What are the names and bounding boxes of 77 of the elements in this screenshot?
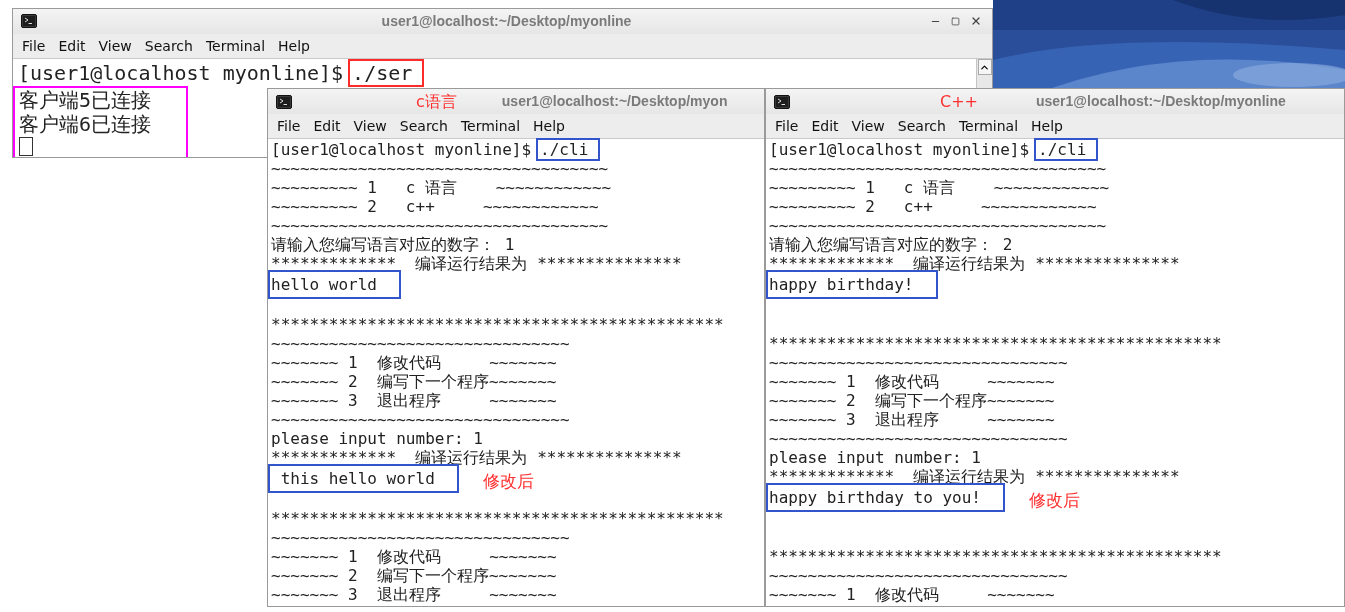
- terminal-line: ***********************************************: [769, 334, 1222, 353]
- highlighted-output: happy birthday to you!: [766, 483, 1005, 512]
- maximize-icon[interactable]: [951, 16, 960, 26]
- terminal-line: ~~~~~~~~~~~~~~~~~~~~~~~~~~~~~~~: [769, 566, 1068, 585]
- terminal-line: 客户端5已连接: [19, 88, 152, 112]
- close-icon[interactable]: [970, 15, 982, 27]
- menu-item[interactable]: Terminal: [205, 35, 266, 57]
- terminal-line: ~~~~~~~~~~~~~~~~~~~~~~~~~~~~~~~~~~~: [769, 216, 1107, 235]
- window-title: user1@localhost:~/Desktop/myon: [501, 92, 728, 111]
- shell-prompt: [user1@localhost myonline]$: [18, 61, 344, 85]
- terminal-line: ~~~~~~~~~~~~~~~~~~~~~~~~~~~~~~~~~~~: [769, 159, 1107, 178]
- terminal-line: ~~~~~~~~~ 1 c 语言 ~~~~~~~~~~~~: [769, 178, 1110, 197]
- terminal-line: 客户端6已连接: [19, 112, 152, 136]
- terminal-line: ~~~~~~~ 2 编写下一个程序~~~~~~~: [271, 566, 557, 585]
- highlighted-output: happy birthday!: [766, 270, 938, 299]
- terminal-line: ~~~~~~~ 1 修改代码 ~~~~~~~: [769, 372, 1055, 391]
- menu-item[interactable]: Terminal: [460, 115, 521, 137]
- menu-item[interactable]: Help: [533, 115, 565, 137]
- menu-item[interactable]: View: [851, 115, 885, 137]
- highlighted-command: ./cli: [1034, 138, 1099, 161]
- menu-item[interactable]: View: [353, 115, 387, 137]
- window-title: user1@localhost:~/Desktop/myonline: [1036, 92, 1286, 111]
- terminal-icon: [774, 94, 790, 109]
- menu-item[interactable]: Search: [897, 115, 946, 137]
- terminal-line: ~~~~~~~ 1 修改代码 ~~~~~~~: [271, 353, 557, 372]
- menu-item[interactable]: Edit: [58, 35, 86, 57]
- menu-item[interactable]: File: [277, 115, 301, 137]
- highlighted-command: ./cli: [536, 138, 601, 161]
- menu-item[interactable]: Help: [1031, 115, 1063, 137]
- highlighted-output: this hello world: [268, 464, 459, 493]
- menu-item[interactable]: Edit: [313, 115, 341, 137]
- terminal-line: ~~~~~~~~~ 2 c++ ~~~~~~~~~~~~: [271, 197, 599, 216]
- terminal-line: ***********************************************: [769, 547, 1222, 566]
- terminal-line: ~~~~~~~ 3 退出程序 ~~~~~~~: [271, 585, 557, 604]
- terminal-line: ~~~~~~~~~~~~~~~~~~~~~~~~~~~~~~~: [271, 410, 570, 429]
- terminal-line: ***********************************************: [271, 315, 724, 334]
- terminal-icon: [21, 14, 37, 28]
- annotation-label: 修改后: [482, 472, 534, 491]
- highlighted-command: ./ser: [348, 59, 425, 87]
- terminal-line: ~~~~~~~~~~~~~~~~~~~~~~~~~~~~~~~~~~~: [271, 159, 609, 178]
- terminal-line: ~~~~~~~ 1 修改代码 ~~~~~~~: [769, 585, 1055, 604]
- terminal-line: ***********************************************: [271, 509, 724, 528]
- terminal-line: 请输入您编写语言对应的数字： 1: [271, 235, 515, 254]
- terminal-line: please input number: 1: [271, 429, 483, 448]
- terminal-line: ~~~~~~~ 3 退出程序 ~~~~~~~: [769, 410, 1055, 429]
- shell-prompt: [user1@localhost myonline]$: [769, 140, 1030, 159]
- annotation-label: 修改后: [1028, 491, 1080, 510]
- terminal-line: ************* 编译运行结果为 ***************: [769, 254, 1180, 273]
- terminal-line: ~~~~~~~~~ 1 c 语言 ~~~~~~~~~~~~: [271, 178, 612, 197]
- terminal-line: ~~~~~~~~~~~~~~~~~~~~~~~~~~~~~~~: [271, 334, 570, 353]
- shell-prompt: [user1@localhost myonline]$: [271, 140, 532, 159]
- terminal-line: 请输入您编写语言对应的数字： 2: [769, 235, 1013, 254]
- scrollbar[interactable]: [976, 59, 992, 89]
- annotation-label: C++: [940, 90, 978, 113]
- terminal-line: ~~~~~~~ 2 编写下一个程序~~~~~~~: [271, 372, 557, 391]
- menu-item[interactable]: Search: [144, 35, 193, 57]
- menu-item[interactable]: File: [22, 35, 46, 57]
- terminal-line: ~~~~~~~~~~~~~~~~~~~~~~~~~~~~~~~: [271, 528, 570, 547]
- terminal-line: ~~~~~~~ 3 退出程序 ~~~~~~~: [271, 391, 557, 410]
- menu-item[interactable]: Terminal: [958, 115, 1019, 137]
- terminal-icon: [276, 94, 292, 109]
- terminal-line: ~~~~~~~~~~~~~~~~~~~~~~~~~~~~~~~~~~~: [271, 216, 609, 235]
- terminal-line: ~~~~~~~~~~~~~~~~~~~~~~~~~~~~~~~: [769, 353, 1068, 372]
- terminal-line: ~~~~~~~ 2 编写下一个程序~~~~~~~: [769, 391, 1055, 410]
- terminal-line: please input number: 1: [769, 448, 981, 467]
- terminal-line: ~~~~~~~ 1 修改代码 ~~~~~~~: [271, 547, 557, 566]
- terminal-line: ~~~~~~~~~ 2 c++ ~~~~~~~~~~~~: [769, 197, 1097, 216]
- terminal-line: ~~~~~~~~~~~~~~~~~~~~~~~~~~~~~~~: [769, 429, 1068, 448]
- highlighted-output: hello world: [268, 270, 401, 299]
- menu-item[interactable]: View: [98, 35, 132, 57]
- annotation-label: c语言: [416, 90, 457, 113]
- terminal-line: ************* 编译运行结果为 ***************: [271, 254, 682, 273]
- menu-item[interactable]: Search: [399, 115, 448, 137]
- window-title: user1@localhost:~/Desktop/myonline: [381, 12, 632, 31]
- menu-item[interactable]: Help: [278, 35, 310, 57]
- menu-item[interactable]: Edit: [811, 115, 839, 137]
- menu-item[interactable]: File: [775, 115, 799, 137]
